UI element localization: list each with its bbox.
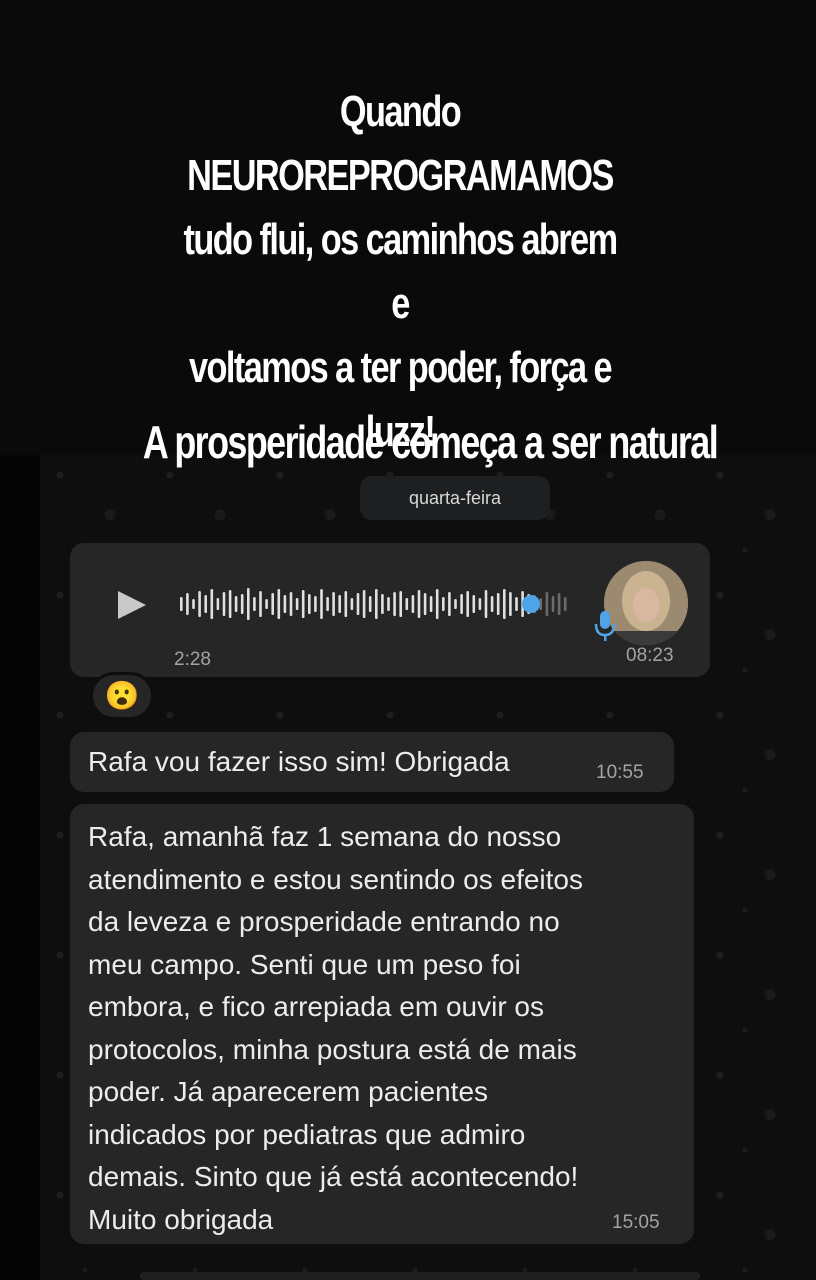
waveform-bar — [265, 599, 268, 609]
waveform-bar — [350, 598, 354, 610]
overlay-subline: A prosperidade começa a ser natural — [142, 416, 719, 468]
waveform-bar — [198, 591, 201, 617]
waveform-bar — [277, 589, 281, 619]
waveform-bar — [283, 595, 287, 613]
waveform-bar — [362, 590, 366, 618]
message-text: Rafa, amanhã faz 1 semana do nosso atend… — [88, 821, 584, 1235]
left-edge — [0, 455, 40, 1280]
waveform-bar — [180, 597, 183, 611]
waveform-bar — [240, 594, 244, 614]
waveform-bar — [375, 589, 378, 619]
audio-waveform-slider[interactable] — [180, 587, 570, 621]
waveform-bar — [332, 592, 335, 616]
message-bubble: Rafa vou fazer isso sim! Obrigada 10:55 — [70, 732, 674, 792]
waveform-bar — [484, 590, 488, 618]
waveform-bar — [405, 598, 409, 610]
waveform-bar — [326, 597, 329, 611]
waveform-bar — [435, 589, 439, 619]
waveform-bar — [411, 595, 415, 613]
waveform-bar — [320, 589, 323, 619]
waveform-bar — [460, 594, 463, 614]
waveform-bar — [472, 595, 476, 613]
waveform-bar — [186, 593, 189, 615]
waveform-bar — [417, 590, 421, 618]
waveform-bar — [204, 595, 207, 613]
message-timestamp: 10:55 — [596, 762, 644, 783]
microphone-icon — [594, 611, 616, 641]
waveform-bar — [308, 594, 311, 614]
waveform-bar — [295, 598, 299, 610]
waveform-bar — [301, 590, 305, 618]
waveform-bar — [253, 597, 256, 611]
waveform-bar — [563, 597, 567, 611]
waveform-bar — [393, 592, 396, 616]
waveform-bar — [344, 591, 348, 617]
waveform-bar — [478, 598, 482, 610]
waveform-bar — [192, 599, 195, 609]
overlay-headline: Quando NEUROREPROGRAMAMOS tudo flui, os … — [183, 87, 618, 456]
waveform-bar — [228, 590, 232, 618]
message-timestamp: 15:05 — [612, 1212, 660, 1233]
waveform-bar — [423, 593, 427, 615]
audio-message-bubble: 2:28 08:23 — [70, 543, 710, 677]
waveform-bar — [259, 591, 262, 617]
waveform-bar — [557, 593, 561, 615]
waveform-bar — [247, 588, 250, 620]
waveform-bar — [551, 596, 555, 612]
waveform-bar — [454, 599, 457, 609]
message-bubble: Rafa, amanhã faz 1 semana do nosso atend… — [70, 804, 694, 1244]
avatar — [604, 561, 688, 645]
reaction-emoji[interactable]: 😮 — [90, 672, 154, 720]
waveform-bar — [216, 598, 220, 610]
audio-duration: 2:28 — [174, 649, 211, 670]
audio-timestamp: 08:23 — [626, 645, 674, 666]
waveform-bar — [442, 597, 445, 611]
waveform-bar — [210, 589, 214, 619]
date-separator: quarta-feira — [360, 476, 550, 520]
waveform-bar — [381, 594, 384, 614]
message-text: Rafa vou fazer isso sim! Obrigada — [88, 746, 510, 777]
waveform-bar — [368, 596, 372, 612]
waveform-bar — [399, 591, 402, 617]
waveform-bar — [338, 595, 341, 613]
next-message-edge — [140, 1272, 700, 1280]
playback-knob[interactable] — [522, 595, 540, 613]
waveform-bar — [509, 592, 512, 616]
waveform-bar — [234, 596, 238, 612]
waveform-bar — [490, 596, 494, 612]
waveform-bar — [466, 591, 469, 617]
waveform-bar — [271, 593, 274, 615]
waveform-bar — [314, 596, 317, 612]
waveform-bar — [289, 592, 293, 616]
waveform-bar — [356, 593, 360, 615]
waveform-bar — [429, 596, 433, 612]
waveform-bar — [222, 592, 226, 616]
waveform-bar — [496, 593, 500, 615]
waveform-bar — [448, 592, 451, 616]
waveform-bar — [387, 597, 390, 611]
waveform-bar — [515, 597, 518, 611]
waveform-bar — [545, 592, 549, 616]
play-icon[interactable] — [114, 587, 150, 623]
waveform-bar — [503, 589, 506, 619]
